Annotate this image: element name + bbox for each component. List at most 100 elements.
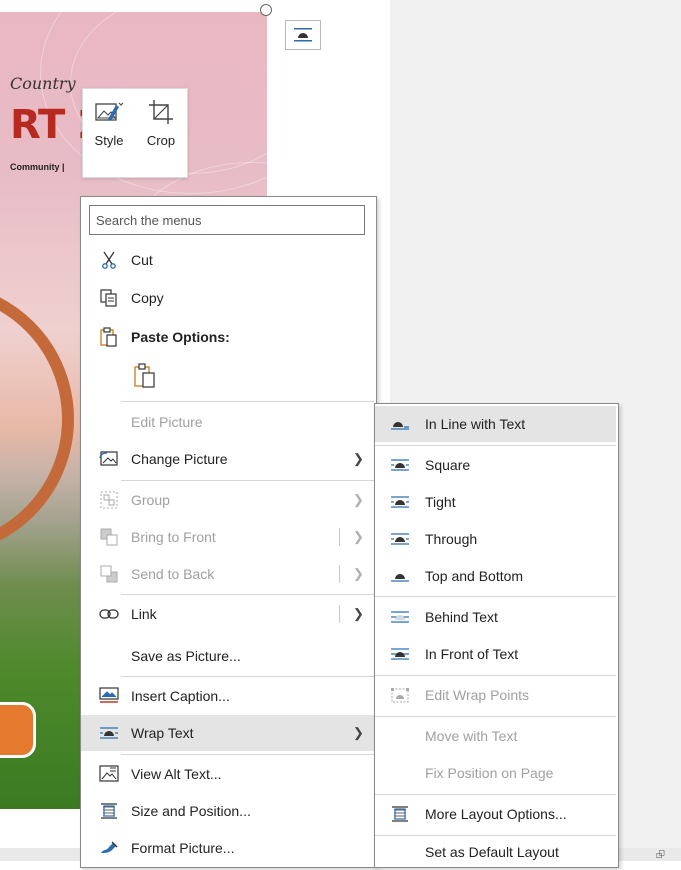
size-position-icon bbox=[97, 793, 121, 829]
menu-item-size-and-position[interactable]: Size and Position... bbox=[81, 793, 374, 829]
menu-item-label: Link bbox=[131, 606, 157, 622]
submenu-item-label: Square bbox=[425, 457, 471, 473]
wrap-inline-icon bbox=[389, 406, 411, 442]
chevron-right-icon: ❯ bbox=[353, 451, 364, 466]
split-divider bbox=[339, 528, 340, 546]
submenu-item-label: In Front of Text bbox=[425, 646, 519, 662]
poster-script-text: Country bbox=[10, 74, 76, 93]
menu-separator bbox=[375, 794, 616, 795]
insert-caption-icon bbox=[97, 678, 121, 714]
menu-separator bbox=[375, 675, 616, 676]
menu-item-insert-caption[interactable]: Insert Caption... bbox=[81, 678, 374, 714]
mini-toolbar: Style Crop bbox=[82, 88, 188, 178]
submenu-item-label: Behind Text bbox=[425, 609, 498, 625]
menu-item-paste-options: Paste Options: bbox=[81, 319, 374, 355]
submenu-item-tight[interactable]: Tight bbox=[375, 484, 616, 520]
menu-item-label: Paste Options: bbox=[131, 329, 230, 345]
menu-item-link[interactable]: Link ❯ bbox=[81, 596, 374, 632]
submenu-item-label: More Layout Options... bbox=[425, 806, 567, 822]
menu-item-send-to-back[interactable]: Send to Back ❯ bbox=[81, 556, 374, 592]
submenu-item-fix-position-on-page[interactable]: Fix Position on Page bbox=[375, 755, 616, 791]
wrap-top-bottom-icon bbox=[389, 558, 411, 594]
submenu-item-label: Tight bbox=[425, 494, 456, 510]
menu-separator bbox=[121, 754, 374, 755]
submenu-item-label: Top and Bottom bbox=[425, 568, 524, 584]
menu-separator bbox=[121, 676, 374, 677]
submenu-item-in-line-with-text[interactable]: In Line with Text bbox=[375, 406, 616, 442]
copy-icon bbox=[97, 280, 121, 316]
submenu-item-label: Move with Text bbox=[425, 728, 518, 744]
menu-item-group[interactable]: Group ❯ bbox=[81, 482, 374, 518]
layout-options-button[interactable] bbox=[285, 20, 321, 50]
rotate-handle[interactable] bbox=[260, 4, 272, 16]
menu-item-change-picture[interactable]: Change Picture ❯ bbox=[81, 441, 374, 477]
submenu-item-in-front-of-text[interactable]: In Front of Text bbox=[375, 636, 616, 672]
menu-separator bbox=[375, 596, 616, 597]
menu-item-label: Save as Picture... bbox=[131, 648, 241, 664]
poster-community-text: Community | bbox=[10, 162, 65, 172]
menu-separator bbox=[375, 716, 616, 717]
chevron-right-icon: ❯ bbox=[353, 606, 364, 621]
send-to-back-icon bbox=[97, 556, 121, 592]
menu-item-save-as-picture[interactable]: Save as Picture... bbox=[81, 638, 374, 674]
menu-item-edit-picture[interactable]: Edit Picture bbox=[81, 404, 374, 440]
submenu-item-more-layout-options[interactable]: More Layout Options... bbox=[375, 796, 616, 832]
menu-item-label: Format Picture... bbox=[131, 840, 235, 856]
submenu-item-edit-wrap-points[interactable]: Edit Wrap Points bbox=[375, 677, 616, 713]
group-icon bbox=[97, 482, 121, 518]
paste-picture-icon bbox=[134, 363, 155, 388]
paste-icon bbox=[97, 319, 121, 355]
submenu-item-label: Fix Position on Page bbox=[425, 765, 554, 781]
scissors-icon bbox=[97, 242, 121, 278]
chevron-right-icon: ❯ bbox=[353, 492, 364, 507]
menu-item-copy[interactable]: Copy bbox=[81, 280, 374, 316]
menu-separator bbox=[121, 401, 374, 402]
menu-item-label: Change Picture bbox=[131, 451, 228, 467]
picture-style-icon bbox=[95, 102, 124, 121]
split-divider bbox=[339, 605, 340, 623]
style-button-label: Style bbox=[94, 133, 124, 148]
menu-item-view-alt-text[interactable]: View Alt Text... bbox=[81, 756, 374, 792]
menu-item-label: Cut bbox=[131, 252, 153, 268]
wrap-text-submenu: In Line with Text Square Tight Through T… bbox=[374, 403, 619, 868]
submenu-item-label: Edit Wrap Points bbox=[425, 687, 530, 703]
submenu-item-behind-text[interactable]: Behind Text bbox=[375, 599, 616, 635]
layout-options-icon bbox=[389, 796, 411, 832]
submenu-item-top-and-bottom[interactable]: Top and Bottom bbox=[375, 558, 616, 594]
chevron-right-icon: ❯ bbox=[353, 566, 364, 581]
menu-item-label: Copy bbox=[131, 290, 164, 306]
menu-item-wrap-text[interactable]: Wrap Text ❯ bbox=[81, 715, 374, 751]
context-menu: Cut Copy Paste Options: Edit Picture Cha… bbox=[80, 196, 377, 868]
chevron-right-icon: ❯ bbox=[353, 725, 364, 740]
bring-to-front-icon bbox=[97, 519, 121, 555]
submenu-item-label: Set as Default Layout bbox=[425, 844, 559, 860]
search-menus-input[interactable] bbox=[89, 205, 365, 235]
submenu-item-square[interactable]: Square bbox=[375, 447, 616, 483]
submenu-item-move-with-text[interactable]: Move with Text bbox=[375, 718, 616, 754]
crop-button[interactable]: Crop bbox=[135, 89, 187, 177]
menu-item-bring-to-front[interactable]: Bring to Front ❯ bbox=[81, 519, 374, 555]
menu-item-cut[interactable]: Cut bbox=[81, 242, 374, 278]
menu-separator bbox=[375, 445, 616, 446]
menu-item-label: Insert Caption... bbox=[131, 688, 230, 704]
menu-item-label: Size and Position... bbox=[131, 803, 251, 819]
submenu-item-through[interactable]: Through bbox=[375, 521, 616, 557]
menu-item-label: Wrap Text bbox=[131, 725, 194, 741]
menu-item-label: View Alt Text... bbox=[131, 766, 222, 782]
decorative-ring bbox=[0, 282, 74, 556]
crop-button-label: Crop bbox=[146, 133, 176, 148]
split-divider bbox=[339, 565, 340, 583]
menu-item-label: Bring to Front bbox=[131, 529, 216, 545]
submenu-item-set-as-default-layout[interactable]: Set as Default Layout bbox=[375, 834, 616, 870]
wrap-inline-icon bbox=[294, 28, 312, 42]
menu-item-label: Edit Picture bbox=[131, 414, 203, 430]
menu-item-label: Send to Back bbox=[131, 566, 215, 582]
wrap-square-icon bbox=[389, 447, 411, 483]
wrap-tight-icon bbox=[389, 484, 411, 520]
paste-keep-format-button[interactable] bbox=[129, 359, 161, 393]
chevron-right-icon: ❯ bbox=[353, 529, 364, 544]
style-button[interactable]: Style bbox=[83, 89, 135, 177]
submenu-item-label: In Line with Text bbox=[425, 416, 526, 432]
layout-corner-icon: ⮺ bbox=[656, 849, 665, 861]
submenu-item-label: Through bbox=[425, 531, 478, 547]
